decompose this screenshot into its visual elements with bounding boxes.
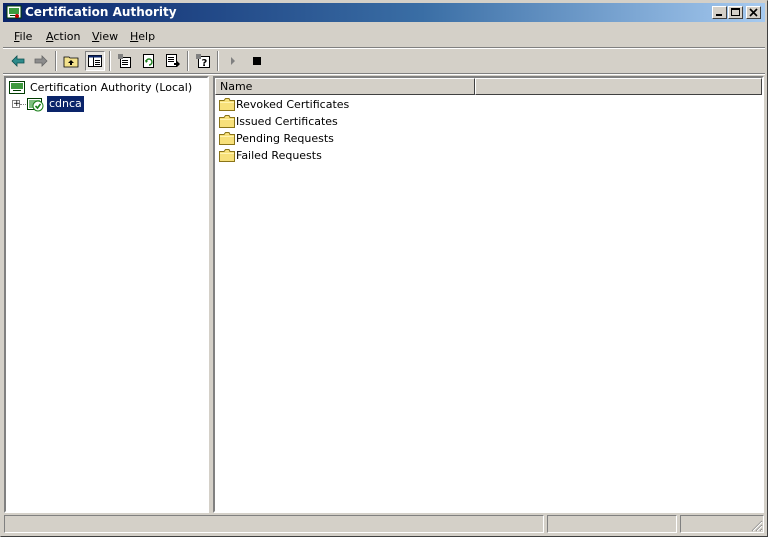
window-title: Certification Authority (25, 5, 177, 19)
start-service-icon (231, 57, 235, 65)
export-list-icon (166, 54, 180, 67)
list-item-label: Issued Certificates (236, 115, 338, 128)
menu-help[interactable]: Help (130, 30, 155, 43)
toolbar-separator (109, 51, 111, 71)
stop-service-button[interactable] (247, 51, 267, 71)
toolbar-separator-line (3, 73, 765, 75)
up-one-level-button[interactable] (61, 51, 81, 71)
tree-child-label: cdnca (46, 95, 85, 113)
minimize-button[interactable] (712, 6, 727, 19)
menu-file[interactable]: File (14, 30, 32, 43)
folder-icon (219, 115, 235, 128)
list-item-label: Failed Requests (236, 149, 322, 162)
title-bar[interactable]: Certification Authority (3, 3, 765, 22)
properties-icon (118, 54, 131, 68)
toolbar-separator (217, 51, 219, 71)
certificate-authority-icon (6, 5, 22, 20)
back-icon (11, 55, 25, 67)
folder-icon (219, 149, 235, 162)
refresh-button[interactable] (139, 51, 159, 71)
start-service-button[interactable] (223, 51, 243, 71)
maximize-icon (731, 8, 740, 16)
tree-root-label: Certification Authority (Local) (30, 81, 193, 94)
export-list-button[interactable] (163, 51, 183, 71)
menu-action[interactable]: Action (46, 30, 80, 43)
close-icon (749, 8, 758, 17)
svg-text:?: ? (202, 58, 208, 69)
menu-bar: File Action View Help (3, 25, 765, 47)
properties-button[interactable] (115, 51, 135, 71)
help-icon: ? (196, 54, 210, 69)
minimize-icon (716, 14, 722, 16)
forward-icon (34, 55, 48, 67)
toolbar: ? (3, 49, 765, 73)
forward-button[interactable] (31, 51, 51, 71)
resize-grip-icon[interactable] (751, 520, 763, 532)
column-header-empty[interactable] (475, 78, 762, 95)
close-button[interactable] (746, 6, 761, 19)
maximize-button[interactable] (728, 6, 743, 19)
up-one-level-icon (63, 56, 79, 68)
stop-service-icon (253, 57, 261, 65)
details-pane: Name Revoked Certificates Issued Certifi… (213, 76, 764, 513)
mmc-window: Certification Authority File Action View… (0, 0, 768, 537)
tree-item-root[interactable]: Certification Authority (Local) (8, 80, 206, 96)
folder-icon (219, 132, 235, 145)
menu-view[interactable]: View (92, 30, 118, 43)
expand-icon[interactable]: + (12, 100, 21, 109)
column-header-name[interactable]: Name (215, 78, 475, 95)
toolbar-separator (55, 51, 57, 71)
status-bar-main (4, 515, 544, 533)
list-item-label: Pending Requests (236, 132, 334, 145)
status-bar-section (547, 515, 677, 533)
ca-server-icon (26, 96, 46, 117)
tree-item-cdnca[interactable]: + cdnca (12, 95, 202, 113)
show-hide-console-tree-button[interactable] (85, 51, 105, 71)
back-button[interactable] (8, 51, 28, 71)
folder-icon (219, 98, 235, 111)
show-hide-console-tree-icon (88, 55, 102, 67)
help-button[interactable]: ? (193, 51, 213, 71)
console-tree-pane: Certification Authority (Local) + cdnca (4, 76, 209, 513)
toolbar-separator (187, 51, 189, 71)
refresh-icon (143, 54, 154, 68)
list-item-label: Revoked Certificates (236, 98, 350, 111)
